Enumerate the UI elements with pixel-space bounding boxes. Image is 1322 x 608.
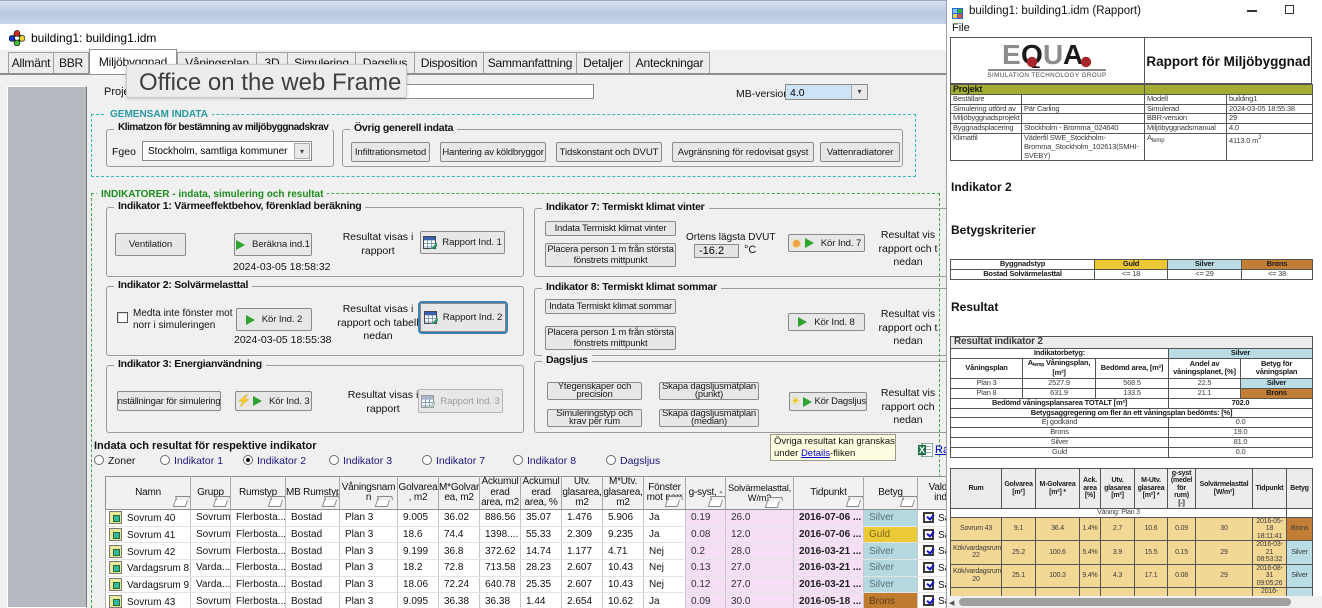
svg-text:X: X	[919, 445, 925, 455]
svg-text:U: U	[1043, 40, 1063, 68]
svg-text:E: E	[1002, 40, 1020, 68]
svg-text:A: A	[1063, 40, 1083, 68]
